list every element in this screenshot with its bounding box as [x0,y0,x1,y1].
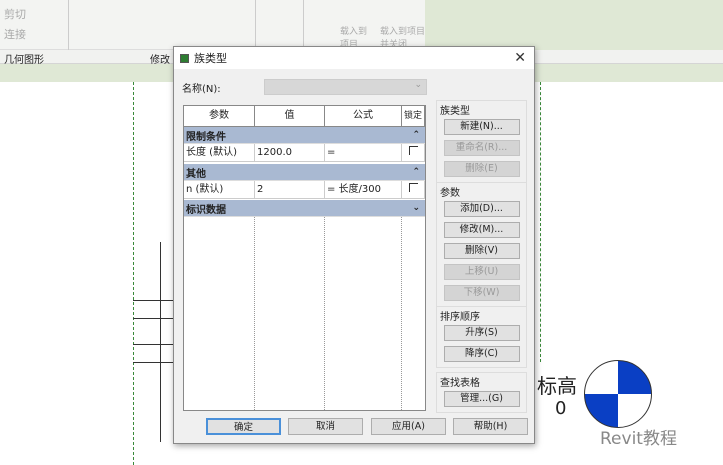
column-divider [401,217,402,410]
dialog-app-icon [180,53,189,63]
family-types-dialog: 族类型 ✕ 名称(N): ⌄ 参数 值 公式 锁定 限制条件 ⌃ 长度 (默认)… [173,46,535,444]
cancel-button[interactable]: 取消 [288,418,363,435]
name-label: 名称(N): [182,84,221,95]
group-label: 其他 [186,168,206,180]
lookup-tables-group: 查找表格 管理...(G) [436,372,527,413]
header-value[interactable]: 值 [255,106,325,126]
reference-plane[interactable] [133,82,134,465]
help-button[interactable]: 帮助(H) [453,418,528,435]
group-other[interactable]: 其他 ⌃ [184,164,425,181]
divider [303,0,304,50]
column-divider [324,217,325,410]
lock-checkbox[interactable] [402,144,425,162]
header-lock[interactable]: 锁定 [402,106,425,126]
name-dropdown[interactable]: ⌄ [264,79,427,95]
rename-type-button[interactable]: 重命名(R)... [443,140,520,156]
divider [255,0,256,50]
geometry-line [133,318,173,319]
manage-lookup-button[interactable]: 管理...(G) [443,391,520,407]
level-value: 0 [555,398,567,419]
delete-parameter-button[interactable]: 删除(V) [443,243,520,259]
group-title: 族类型 [440,106,470,117]
add-parameter-button[interactable]: 添加(D)... [443,201,520,217]
sort-descending-button[interactable]: 降序(C) [443,346,520,362]
group-constraints[interactable]: 限制条件 ⌃ [184,127,425,144]
load-close-button[interactable]: 载入到项目并关闭 [380,24,425,48]
parameters-table: 参数 值 公式 锁定 限制条件 ⌃ 长度 (默认) 1200.0 = 其他 ⌃ … [183,105,426,411]
lock-checkbox[interactable] [402,181,425,199]
move-up-button[interactable]: 上移(U) [443,264,520,280]
group-title: 参数 [440,188,460,199]
dialog-titlebar[interactable]: 族类型 ✕ [174,47,534,69]
geometry-line [133,362,173,363]
sort-ascending-button[interactable]: 升序(S) [443,325,520,341]
new-type-button[interactable]: 新建(N)... [443,119,520,135]
apply-button[interactable]: 应用(A) [371,418,446,435]
level-symbol-icon [584,360,652,428]
geometry-line [133,344,173,345]
value-input[interactable]: 1200.0 [255,144,325,162]
table-row: 长度 (默认) 1200.0 = [184,144,425,162]
collapse-icon[interactable]: ⌃ [412,130,420,140]
group-title: 排序顺序 [440,312,480,323]
parameters-group: 参数 添加(D)... 修改(M)... 删除(V) 上移(U) 下移(W) [436,182,527,307]
ok-button[interactable]: 确定 [206,418,281,435]
expand-icon[interactable]: ⌄ [412,203,420,213]
group-title: 查找表格 [440,378,480,389]
watermark: Revit教程 [600,429,677,449]
modify-parameter-button[interactable]: 修改(M)... [443,222,520,238]
sort-order-group: 排序顺序 升序(S) 降序(C) [436,306,527,368]
family-types-group: 族类型 新建(N)... 重命名(R)... 删除(E) [436,100,527,183]
ribbon: 剪切 连接 载入到项目 载入到项目并关闭 [0,0,723,50]
header-formula[interactable]: 公式 [325,106,402,126]
reference-plane[interactable] [540,82,541,362]
divider [68,0,69,50]
formula-input[interactable]: = 长度/300 [325,181,402,199]
dialog-title: 族类型 [194,52,227,65]
geometry-line [160,242,161,442]
collapse-icon[interactable]: ⌃ [412,167,420,177]
level-label: 标高 [537,374,577,398]
group-label: 限制条件 [186,131,226,143]
ribbon-empty [425,0,723,50]
param-name: 长度 (默认) [184,144,255,162]
cut-tool[interactable]: 剪切 [4,6,26,22]
group-label: 标识数据 [186,204,226,216]
column-divider [254,217,255,410]
table-header: 参数 值 公式 锁定 [184,106,425,127]
geometry-line [133,300,173,301]
move-down-button[interactable]: 下移(W) [443,285,520,301]
value-input[interactable]: 2 [255,181,325,199]
formula-input[interactable]: = [325,144,402,162]
param-name: n (默认) [184,181,255,199]
header-param[interactable]: 参数 [184,106,255,126]
close-button[interactable]: ✕ [514,50,526,66]
group-identity-data[interactable]: 标识数据 ⌄ [184,200,425,217]
join-tool[interactable]: 连接 [4,26,26,42]
delete-type-button[interactable]: 删除(E) [443,161,520,177]
table-row: n (默认) 2 = 长度/300 [184,181,425,199]
